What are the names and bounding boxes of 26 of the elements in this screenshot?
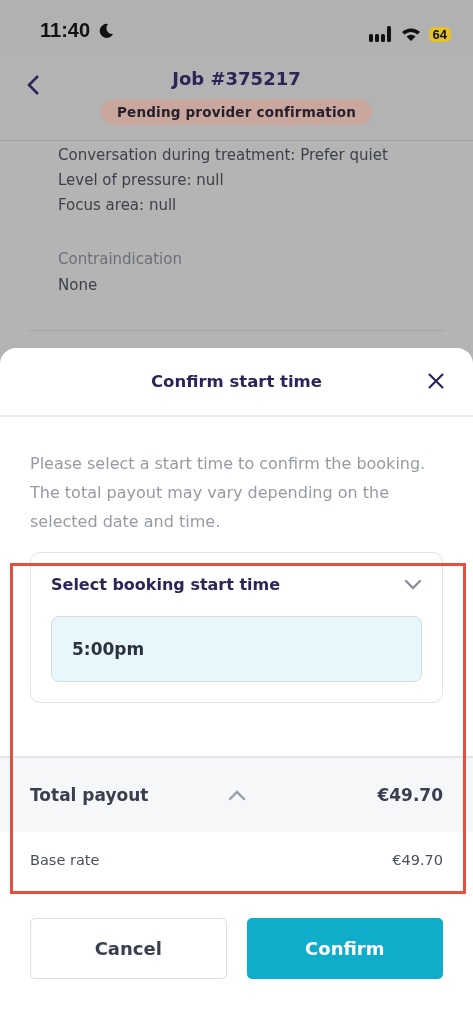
line-item-amount: €49.70 <box>392 852 443 868</box>
job-title: Job #375217 <box>172 68 301 89</box>
cancel-button[interactable]: Cancel <box>30 918 227 979</box>
payout-header[interactable]: Total payout €49.70 <box>0 758 473 832</box>
time-value[interactable]: 5:00pm <box>51 616 422 682</box>
payout-label: Total payout <box>30 785 150 805</box>
sheet-description: Please select a start time to confirm the booking. The total payout may vary depending on the selected date and time. <box>30 453 427 533</box>
section-value: None <box>58 275 99 296</box>
time-select-card[interactable]: Select booking start time 5:00pm <box>30 552 443 703</box>
sheet-title: Confirm start time <box>150 372 322 391</box>
detail-line: Focus area: null <box>58 195 178 216</box>
line-item-label: Base rate <box>30 852 100 868</box>
chevron-down-icon[interactable] <box>404 579 422 590</box>
payout-amount: €49.70 <box>377 785 443 805</box>
status-badge: Pending provider confirmation <box>100 99 373 125</box>
wifi-icon <box>400 26 421 42</box>
detail-line: Level of pressure: null <box>58 170 225 191</box>
section-label: Contraindication <box>58 249 183 270</box>
detail-line: Conversation during treatment: Prefer quiet <box>58 145 389 166</box>
status-time: 11:40 <box>40 19 91 42</box>
signal-icon <box>368 26 393 42</box>
moon-icon <box>98 22 115 39</box>
close-icon[interactable] <box>427 372 445 390</box>
back-icon[interactable] <box>26 74 40 96</box>
battery-level: 64 <box>428 26 451 42</box>
select-label: Select booking start time <box>51 575 281 594</box>
